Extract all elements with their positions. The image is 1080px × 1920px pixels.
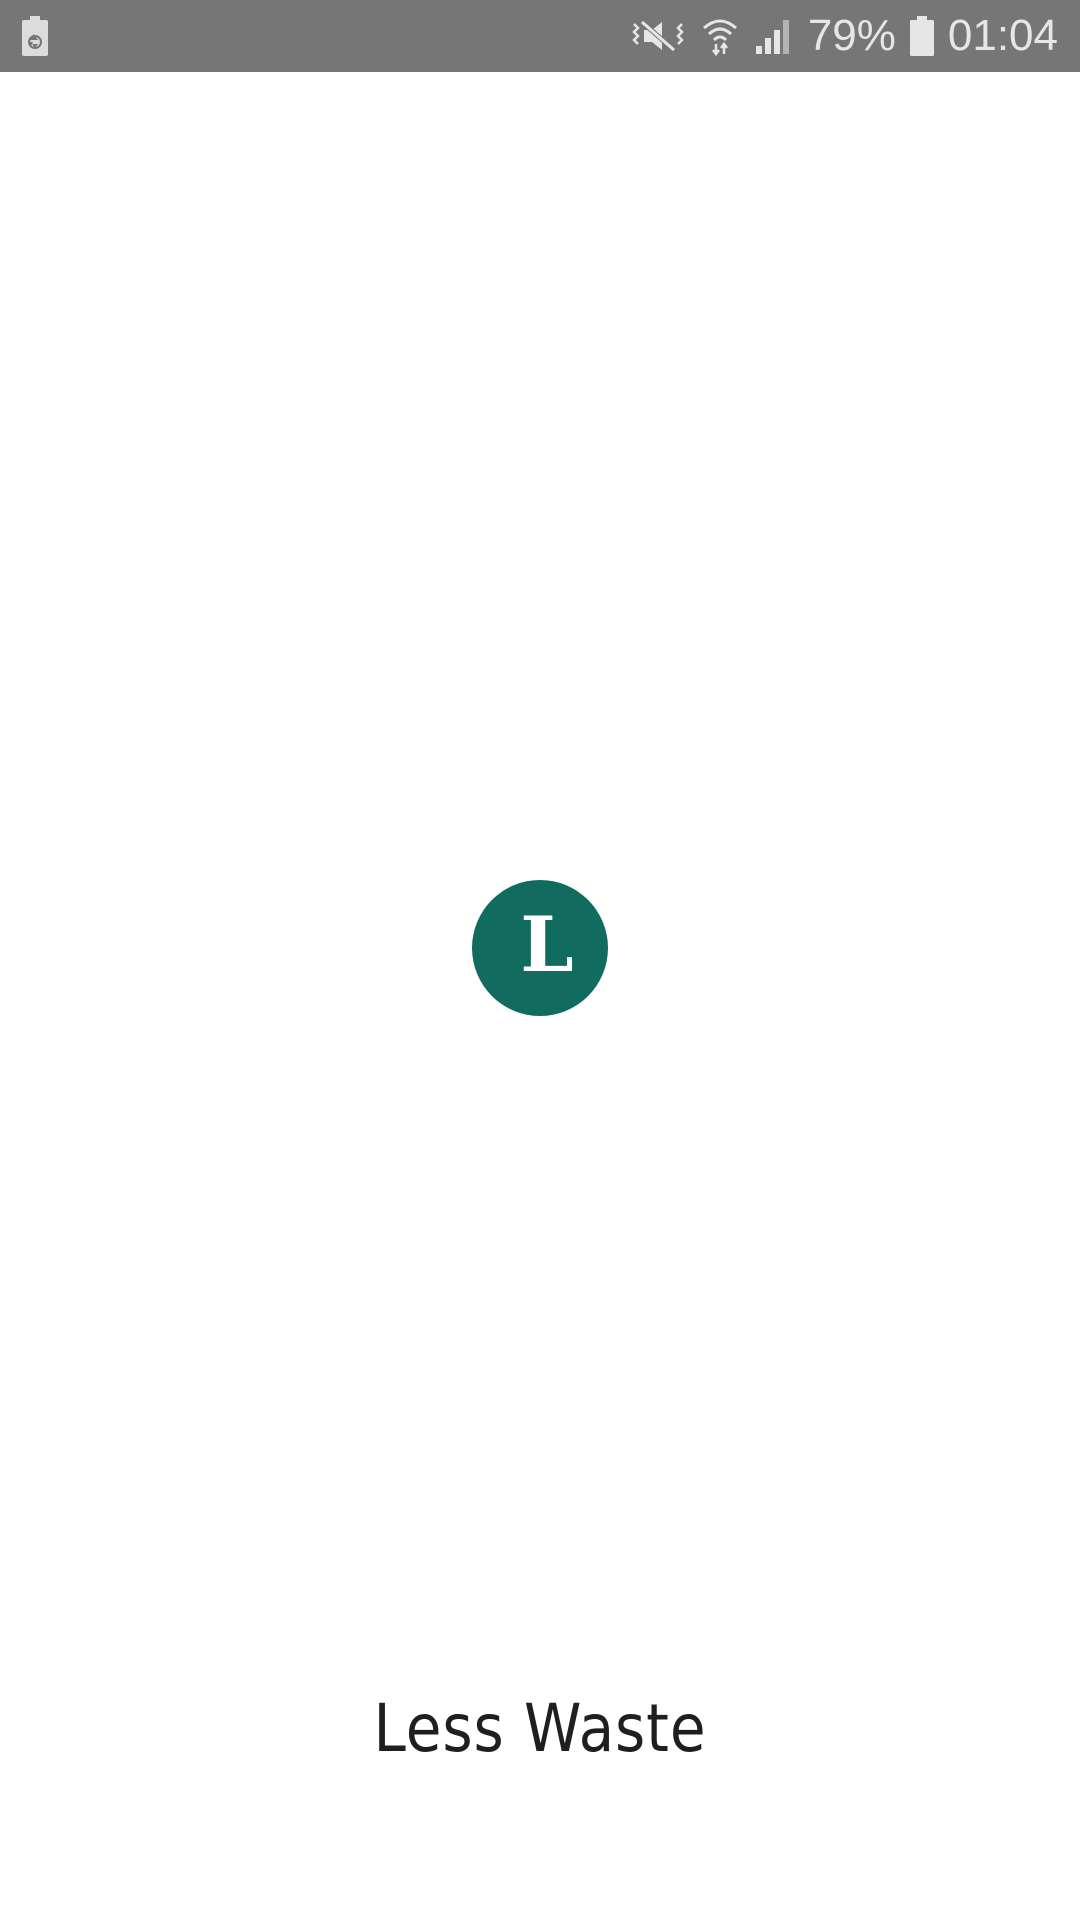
status-bar: 79% 01:04: [0, 0, 1080, 72]
logo-letter: L: [520, 900, 574, 989]
vibrate-mute-icon: [630, 16, 686, 56]
status-left-group: [22, 14, 48, 58]
status-time: 01:04: [947, 11, 1058, 60]
app-logo: L: [472, 880, 608, 1016]
cell-signal-icon: [754, 16, 794, 56]
battery-percent: 79%: [807, 11, 896, 60]
wifi-icon: [700, 16, 740, 56]
app-name: Less Waste: [373, 1690, 707, 1767]
status-right-group: 79% 01:04: [616, 0, 1058, 72]
splash-screen: 79% 01:04 L Less Waste: [0, 0, 1080, 1920]
battery-saver-icon: [22, 16, 48, 56]
battery-icon: [909, 16, 934, 56]
